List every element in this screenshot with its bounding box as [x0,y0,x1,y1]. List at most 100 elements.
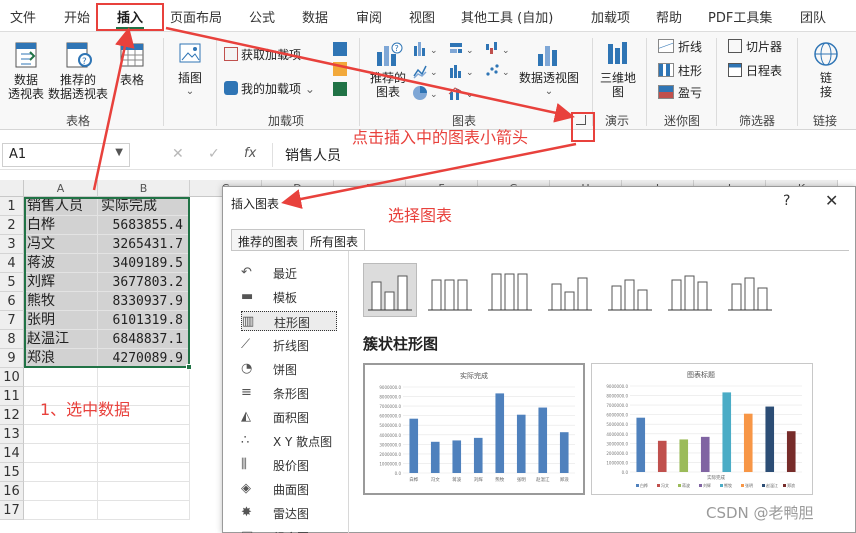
table-cell[interactable] [98,444,190,463]
name-box[interactable]: A1 ▼ [2,143,130,167]
table-cell[interactable]: 赵温江 [24,330,98,349]
tab-home[interactable]: 开始 [64,7,90,26]
illustrations-button[interactable]: 插图 ⌄ [172,40,208,99]
insert-function-icon[interactable]: fx [244,146,256,161]
category-4[interactable]: ⟋ 折线图 [241,335,351,355]
pivot-table-button[interactable]: 数据 透视表 [6,40,46,101]
table-cell[interactable]: 3409189.5 [98,254,190,273]
table-cell[interactable]: 蒋波 [24,254,98,273]
enter-icon[interactable]: ✓ [208,146,220,162]
table-cell[interactable] [98,425,190,444]
tab-team[interactable]: 团队 [800,7,826,26]
table-cell[interactable] [24,425,98,444]
tab-recommended-charts[interactable]: 推荐的图表 [231,229,306,251]
table-cell[interactable]: 6848837.1 [98,330,190,349]
help-icon[interactable]: ? [783,193,790,209]
table-cell[interactable]: 张明 [24,311,98,330]
table-cell[interactable] [24,444,98,463]
chart-subtype-5[interactable] [603,263,657,317]
row-header-16[interactable]: 16 [0,482,24,501]
bing-icon[interactable] [333,62,347,76]
tab-formulas[interactable]: 公式 [249,7,275,26]
visio-icon[interactable] [333,42,347,56]
row-header-5[interactable]: 5 [0,273,24,292]
chart-subtype-7[interactable] [723,263,777,317]
column-chart-dropdown[interactable]: ⌄ [412,40,444,58]
row-header-3[interactable]: 3 [0,235,24,254]
table-cell[interactable] [98,463,190,482]
category-9[interactable]: ⫼ 股价图 [241,455,351,475]
select-all-corner[interactable] [0,180,24,197]
tab-help[interactable]: 帮助 [656,7,682,26]
row-header-17[interactable]: 17 [0,501,24,520]
table-cell[interactable]: 6101319.8 [98,311,190,330]
table-cell[interactable]: 销售人员 [24,197,98,216]
column-header-A[interactable]: A [24,180,98,197]
sparkline-line-button[interactable]: 折线 [658,38,702,55]
chart-subtype-1[interactable] [363,263,417,317]
table-button[interactable]: 表格 [116,40,148,87]
chart-subtype-3[interactable] [483,263,537,317]
recommended-charts-button[interactable]: ? 推荐的 图表 [366,40,410,99]
get-addins-button[interactable]: 获取加载项 [224,46,301,63]
category-11[interactable]: ✸ 雷达图 [241,503,351,523]
table-cell[interactable]: 4270089.9 [98,349,190,368]
row-header-7[interactable]: 7 [0,311,24,330]
row-header-9[interactable]: 9 [0,349,24,368]
table-cell[interactable]: 冯文 [24,235,98,254]
category-2[interactable]: ▬ 模板 [241,287,351,307]
row-header-1[interactable]: 1 [0,197,24,216]
table-cell[interactable]: 8330937.9 [98,292,190,311]
slicer-button[interactable]: 切片器 [728,38,782,55]
table-cell[interactable]: 3265431.7 [98,235,190,254]
table-cell[interactable]: 刘辉 [24,273,98,292]
column-header-B[interactable]: B [98,180,190,197]
recommended-pivot-button[interactable]: ? 推荐的 数据透视表 [48,40,108,101]
chart-preview-2[interactable]: 图表标题 0.0 1000000.0 2000000.0 3000000.0 400000… [591,363,813,495]
table-cell[interactable] [98,501,190,520]
row-header-8[interactable]: 8 [0,330,24,349]
table-cell[interactable] [24,368,98,387]
timeline-button[interactable]: 日程表 [728,62,782,79]
category-6[interactable]: ≡ 条形图 [241,383,351,403]
table-cell[interactable]: 熊牧 [24,292,98,311]
link-button[interactable]: 链 接 [808,40,844,99]
tab-page-layout[interactable]: 页面布局 [170,7,222,26]
sparkline-winloss-button[interactable]: 盈亏 [658,84,702,101]
row-header-15[interactable]: 15 [0,463,24,482]
my-addins-button[interactable]: 我的加载项 ⌄ [224,80,315,97]
hierarchy-chart-dropdown[interactable]: ⌄ [448,40,480,58]
statistic-chart-dropdown[interactable]: ⌄ [448,62,480,80]
tab-addins[interactable]: 加载项 [591,7,630,26]
category-5[interactable]: ◔ 饼图 [241,359,351,379]
pivot-chart-button[interactable]: 数据透视图 ⌄ [518,40,580,99]
category-1[interactable]: ↶ 最近 [241,263,351,283]
table-cell[interactable] [24,463,98,482]
table-cell[interactable]: 3677803.2 [98,273,190,292]
row-header-13[interactable]: 13 [0,425,24,444]
chart-subtype-6[interactable] [663,263,717,317]
row-header-10[interactable]: 10 [0,368,24,387]
chart-subtype-2[interactable] [423,263,477,317]
cancel-icon[interactable]: ✕ [172,146,184,162]
tab-other-tools[interactable]: 其他工具 (自加) [461,7,553,26]
table-cell[interactable]: 白桦 [24,216,98,235]
category-3[interactable]: ▥ 柱形图 [241,311,337,331]
table-cell[interactable]: 5683855.4 [98,216,190,235]
row-header-2[interactable]: 2 [0,216,24,235]
row-header-12[interactable]: 12 [0,406,24,425]
waterfall-chart-dropdown[interactable]: ⌄ [484,40,514,58]
tab-view[interactable]: 视图 [409,7,435,26]
chart-preview-1[interactable]: 实际完成 0.0 1000000.0 2000000.0 3000000.0 400000… [363,363,585,495]
row-header-6[interactable]: 6 [0,292,24,311]
people-graph-icon[interactable] [333,82,347,96]
table-cell[interactable] [98,368,190,387]
tab-all-charts[interactable]: 所有图表 [303,229,366,251]
row-header-11[interactable]: 11 [0,387,24,406]
category-7[interactable]: ◭ 面积图 [241,407,351,427]
line-chart-dropdown[interactable]: ⌄ [412,62,444,80]
category-10[interactable]: ◈ 曲面图 [241,479,351,499]
pie-chart-dropdown[interactable]: ⌄ [412,84,444,102]
tab-data[interactable]: 数据 [302,7,328,26]
fill-handle[interactable] [186,364,192,370]
